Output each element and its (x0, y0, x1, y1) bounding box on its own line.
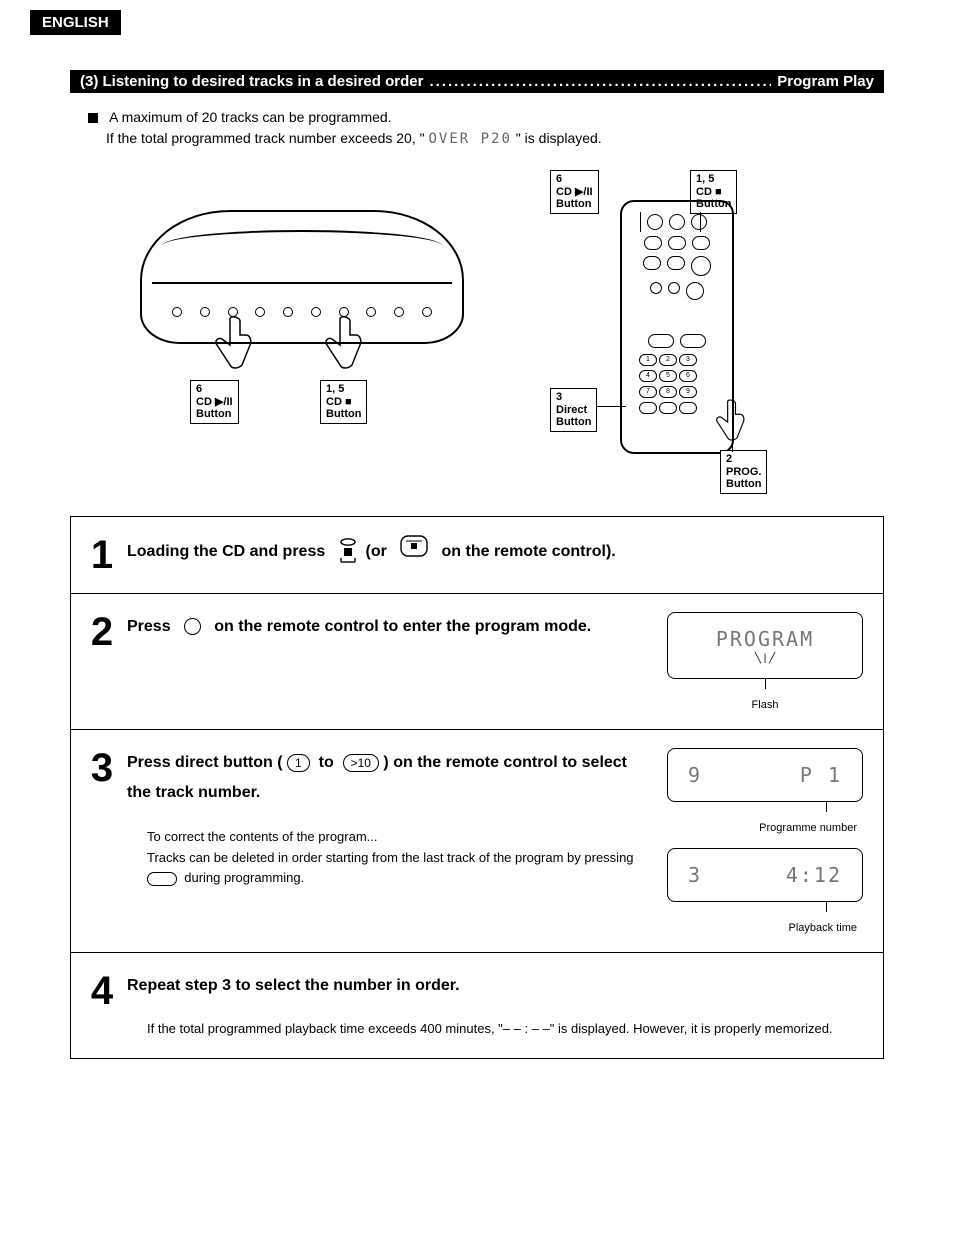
intro-line2a: If the total programmed track number exc… (106, 130, 425, 146)
section-title-bar: (3) Listening to desired tracks in a des… (70, 70, 884, 93)
callout-steps: 2 (726, 453, 761, 466)
display2-left: 3 (688, 863, 702, 887)
step4-note: If the total programmed playback time ex… (147, 1019, 863, 1040)
prog-button-icon (184, 618, 201, 635)
display-prog-number: 9 P 1 (667, 748, 863, 802)
main-unit-diagram: 6 CD ▶/II Button 1, 5 CD ■ Button (130, 170, 470, 430)
cancel-button-icon (147, 872, 177, 886)
callout-remote-bottom-right: 2 PROG. Button (720, 450, 767, 494)
intro-line2b: " is displayed. (516, 130, 602, 146)
callout-label: CD ■ (696, 186, 731, 199)
callout-steps: 1, 5 (696, 173, 731, 186)
flash-mark-icon: ╲ | ╱ (678, 653, 852, 664)
step4-text: Repeat step 3 to select the number in or… (127, 971, 863, 1001)
device-outline (140, 210, 464, 344)
callout-label: CD ▶/II (556, 186, 593, 199)
callout-unit-right: 1, 5 CD ■ Button (320, 380, 367, 424)
hand-icon (210, 315, 256, 385)
language-tab: ENGLISH (30, 10, 121, 35)
display1-left: 9 (688, 763, 702, 787)
callout-sub: Button (326, 408, 361, 421)
display-program: PROGRAM ╲ | ╱ (667, 612, 863, 679)
section-dots: ........................................… (429, 73, 771, 90)
direct-button-1-icon: 1 (287, 754, 310, 772)
display2-right: 4:12 (786, 863, 842, 887)
callout-sub: Button (556, 198, 593, 211)
remote-stop-button-icon (400, 535, 428, 568)
callout-remote-mid-left: 3 Direct Button (550, 388, 597, 432)
step-number: 4 (77, 971, 127, 1040)
step2-text-a: Press (127, 618, 171, 635)
step1-text-b: (or (365, 543, 386, 560)
direct-button-10-icon: >10 (343, 754, 379, 772)
callout-label: Direct (556, 404, 591, 417)
callout-label: CD ▶/II (196, 396, 233, 409)
callout-unit-left: 6 CD ▶/II Button (190, 380, 239, 424)
step-number: 3 (77, 748, 127, 934)
diagrams-row: 6 CD ▶/II Button 1, 5 CD ■ Button 6 CD ▶… (130, 170, 884, 490)
step3-text-a: Press direct button ( (127, 754, 283, 771)
step3-note-a: Tracks can be deleted in order starting … (147, 850, 634, 865)
hand-icon (320, 315, 366, 385)
callout-sub: Button (196, 408, 233, 421)
step-2: 2 Press on the remote control to enter t… (71, 593, 883, 729)
display1-right: P 1 (800, 763, 842, 787)
step-3: 3 Press direct button ( 1 to >10 ) on th… (71, 729, 883, 952)
bullet-icon (88, 113, 98, 123)
remote-diagram: 6 CD ▶/II Button 1, 5 CD ■ Button (540, 170, 800, 490)
stop-open-icon (339, 538, 357, 566)
step-number: 1 (77, 535, 127, 575)
step-number: 2 (77, 612, 127, 711)
step2-text-b: on the remote control to enter the progr… (214, 618, 591, 635)
step3-to: to (319, 754, 334, 771)
section-suffix: Program Play (777, 73, 874, 90)
callout-sub: Button (726, 478, 761, 491)
callout-label: PROG. (726, 466, 761, 479)
display-playback-time: 3 4:12 (667, 848, 863, 902)
section-title: (3) Listening to desired tracks in a des… (80, 73, 423, 90)
callout-steps: 6 (556, 173, 593, 186)
steps-table: 1 Loading the CD and press (o (70, 516, 884, 1059)
step1-text-c: on the remote control). (442, 543, 616, 560)
step3-note-b: during programming. (184, 870, 304, 885)
step-4: 4 Repeat step 3 to select the number in … (71, 952, 883, 1058)
step3-note-title: To correct the contents of the program..… (147, 827, 653, 848)
intro-block: A maximum of 20 tracks can be programmed… (88, 107, 884, 150)
display2-sub: Playback time (667, 922, 863, 934)
callout-label: CD ■ (326, 396, 361, 409)
callout-remote-top-left: 6 CD ▶/II Button (550, 170, 599, 214)
display-program-text: PROGRAM (716, 627, 814, 651)
step-1: 1 Loading the CD and press (o (71, 517, 883, 593)
callout-steps: 1, 5 (326, 383, 361, 396)
callout-sub: Button (556, 416, 591, 429)
intro-lcd: OVER P20 (428, 131, 511, 147)
intro-line1: A maximum of 20 tracks can be programmed… (109, 109, 391, 125)
step1-text-a: Loading the CD and press (127, 543, 325, 560)
display1-sub: Programme number (667, 822, 863, 834)
callout-steps: 6 (196, 383, 233, 396)
display-sub-flash: Flash (667, 699, 863, 711)
hand-icon (712, 398, 748, 454)
callout-steps: 3 (556, 391, 591, 404)
